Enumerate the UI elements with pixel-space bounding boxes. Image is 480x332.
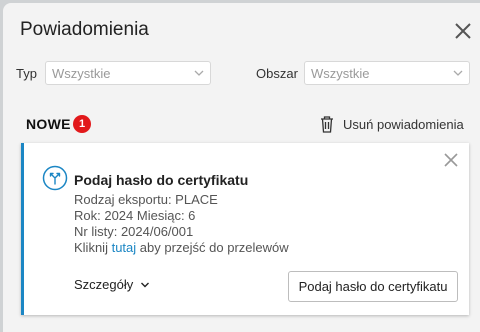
close-icon[interactable]	[442, 151, 460, 169]
chevron-down-icon	[194, 70, 204, 76]
section-title-new: NOWE	[26, 116, 71, 132]
trash-icon	[321, 116, 333, 133]
area-filter-value: Wszystkie	[311, 66, 370, 81]
link-suffix: aby przejść do przelewów	[139, 240, 289, 255]
chevron-down-icon	[141, 282, 149, 288]
here-link[interactable]: tutaj	[112, 240, 137, 255]
list-number-line: Nr listy: 2024/06/001	[74, 224, 194, 239]
merge-arrows-icon	[42, 165, 68, 191]
notification-title: Podaj hasło do certyfikatu	[74, 172, 249, 188]
period-line: Rok: 2024 Miesiąc: 6	[74, 208, 196, 223]
delete-notifications-label: Usuń powiadomienia	[343, 117, 464, 132]
panel-title: Powiadomienia	[20, 19, 149, 40]
type-filter-label: Typ	[16, 66, 37, 81]
close-icon	[455, 23, 471, 39]
area-filter-label: Obszar	[256, 66, 298, 81]
enter-certificate-password-button[interactable]: Podaj hasło do certyfikatu	[288, 271, 458, 302]
new-count-badge: 1	[73, 115, 91, 133]
type-filter-value: Wszystkie	[52, 66, 111, 81]
notifications-panel: Powiadomienia Typ Wszystkie Obszar Wszys…	[3, 3, 480, 332]
details-label: Szczegóły	[74, 277, 134, 292]
area-filter-select[interactable]: Wszystkie	[304, 61, 470, 85]
type-filter-select[interactable]: Wszystkie	[45, 61, 211, 85]
notification-card: Podaj hasło do certyfikatu Rodzaj ekspor…	[21, 143, 469, 315]
chevron-down-icon	[453, 70, 463, 76]
link-prefix: Kliknij	[74, 240, 108, 255]
close-panel-button[interactable]	[451, 19, 475, 43]
link-line: Kliknij tutaj aby przejść do przelewów	[74, 240, 289, 255]
export-type-line: Rodzaj eksportu: PLACE	[74, 192, 218, 207]
details-toggle[interactable]: Szczegóły	[74, 277, 149, 292]
